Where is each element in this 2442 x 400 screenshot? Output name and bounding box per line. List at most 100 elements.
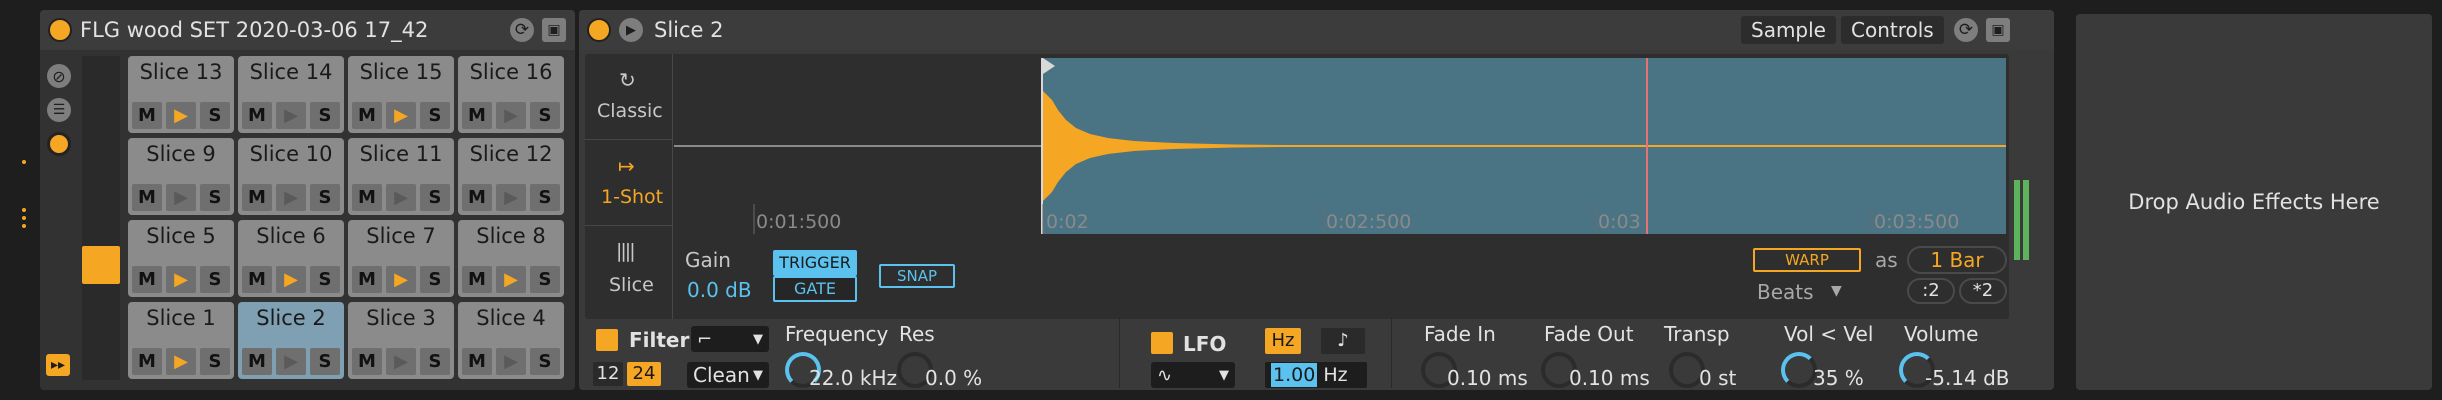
pad-mute-button[interactable]: M [242, 184, 272, 211]
drum-pad[interactable]: Slice 7 M ▶ S [348, 220, 454, 297]
drum-pad[interactable]: Slice 14 M ▶ S [238, 56, 344, 133]
simpler-power-button[interactable] [587, 18, 611, 42]
pad-play-icon[interactable]: ▶ [276, 102, 306, 129]
chain-list-icon[interactable]: ☰ [47, 98, 71, 122]
hot-swap-icon[interactable]: ⟳ [510, 18, 534, 42]
drum-pad[interactable]: Slice 4 M ▶ S [458, 302, 564, 379]
slope-12-button[interactable]: 12 [593, 362, 623, 386]
drum-pad[interactable]: Slice 8 M ▶ S [458, 220, 564, 297]
drum-pad[interactable]: Slice 10 M ▶ S [238, 138, 344, 215]
drum-pad[interactable]: Slice 2 M ▶ S [238, 302, 344, 379]
pad-play-icon[interactable]: ▶ [496, 184, 526, 211]
lfo-waveform-dropdown[interactable]: ∿ ▼ [1151, 362, 1235, 388]
pad-solo-button[interactable]: S [420, 266, 450, 293]
mode-one-shot[interactable]: ↦ 1-Shot [585, 140, 673, 226]
drum-pad[interactable]: Slice 12 M ▶ S [458, 138, 564, 215]
pad-play-icon[interactable]: ▶ [496, 102, 526, 129]
drum-pad[interactable]: Slice 16 M ▶ S [458, 56, 564, 133]
pad-mute-button[interactable]: M [352, 102, 382, 129]
pad-solo-button[interactable]: S [420, 102, 450, 129]
pad-play-icon[interactable]: ▶ [496, 348, 526, 375]
drum-pad[interactable]: Slice 9 M ▶ S [128, 138, 234, 215]
mode-slice[interactable]: |||| Slice [585, 226, 673, 319]
pad-mute-button[interactable]: M [352, 184, 382, 211]
pad-solo-button[interactable]: S [420, 348, 450, 375]
drum-pad[interactable]: Slice 1 M ▶ S [128, 302, 234, 379]
warp-mode-label[interactable]: Beats [1757, 282, 1814, 302]
pad-solo-button[interactable]: S [310, 348, 340, 375]
pad-play-icon[interactable]: ▶ [276, 184, 306, 211]
pad-mute-button[interactable]: M [352, 266, 382, 293]
pad-play-icon[interactable]: ▶ [386, 184, 416, 211]
waveform-display[interactable]: 0:01:500 0:02 0:02:500 0:03 0:03:500 [674, 54, 2009, 242]
pad-mute-button[interactable]: M [462, 184, 492, 211]
effects-drop-zone[interactable]: Drop Audio Effects Here [2076, 14, 2432, 390]
drum-pad[interactable]: Slice 6 M ▶ S [238, 220, 344, 297]
pad-play-icon[interactable]: ▶ [496, 266, 526, 293]
warp-mode-chevron-icon[interactable]: ▼ [1831, 284, 1842, 298]
pad-play-icon[interactable]: ▶ [166, 102, 196, 129]
filter-circuit-dropdown[interactable]: Clean ▼ [687, 362, 769, 388]
tab-controls[interactable]: Controls [1841, 16, 1944, 44]
pad-mute-button[interactable]: M [132, 184, 162, 211]
pad-overview-grid[interactable] [82, 56, 120, 380]
pad-mute-button[interactable]: M [462, 348, 492, 375]
drum-pad[interactable]: Slice 11 M ▶ S [348, 138, 454, 215]
lfo-rate-field[interactable]: 1.00 Hz [1265, 362, 1367, 388]
pad-solo-button[interactable]: S [200, 184, 230, 211]
pad-play-icon[interactable]: ▶ [276, 348, 306, 375]
pad-play-icon[interactable]: ▶ [386, 348, 416, 375]
chain-view-icon[interactable]: ⊘ [47, 64, 71, 88]
pad-mute-button[interactable]: M [242, 266, 272, 293]
lfo-hz-button[interactable]: Hz [1265, 328, 1301, 354]
drum-pad[interactable]: Slice 13 M ▶ S [128, 56, 234, 133]
halve-length-button[interactable]: :2 [1907, 278, 1955, 304]
macro-toggle-icon[interactable] [47, 132, 71, 156]
pad-solo-button[interactable]: S [420, 184, 450, 211]
pad-solo-button[interactable]: S [200, 348, 230, 375]
pad-mute-button[interactable]: M [352, 348, 382, 375]
pad-solo-button[interactable]: S [530, 266, 560, 293]
warp-button[interactable]: WARP [1753, 248, 1861, 272]
pad-play-icon[interactable]: ▶ [276, 266, 306, 293]
lfo-sync-note-button[interactable]: ♪ [1321, 328, 1365, 354]
tab-sample[interactable]: Sample [1741, 16, 1836, 44]
pad-play-icon[interactable]: ▶ [386, 266, 416, 293]
preview-play-icon[interactable]: ▶ [619, 18, 643, 42]
pad-mute-button[interactable]: M [462, 102, 492, 129]
pad-solo-button[interactable]: S [530, 184, 560, 211]
pad-solo-button[interactable]: S [310, 102, 340, 129]
pad-play-icon[interactable]: ▶ [166, 348, 196, 375]
slope-24-button[interactable]: 24 [627, 362, 661, 386]
pad-play-icon[interactable]: ▶ [166, 184, 196, 211]
pad-play-icon[interactable]: ▶ [386, 102, 416, 129]
drum-pad[interactable]: Slice 5 M ▶ S [128, 220, 234, 297]
double-length-button[interactable]: *2 [1959, 278, 2007, 304]
lfo-toggle[interactable] [1151, 332, 1173, 354]
filter-toggle[interactable] [596, 329, 618, 351]
pad-play-icon[interactable]: ▶ [166, 266, 196, 293]
trigger-button[interactable]: TRIGGER [773, 250, 857, 276]
save-preset-icon[interactable]: ▣ [542, 18, 566, 42]
simpler-save-icon[interactable]: ▣ [1986, 18, 2010, 42]
pad-mute-button[interactable]: M [462, 266, 492, 293]
filter-type-dropdown[interactable]: ⌐ ▼ [691, 326, 769, 352]
pad-mute-button[interactable]: M [132, 348, 162, 375]
mode-classic[interactable]: ↻ Classic [585, 54, 673, 140]
pad-mute-button[interactable]: M [242, 102, 272, 129]
io-toggle-icon[interactable]: ▸▸ [46, 354, 70, 376]
pad-solo-button[interactable]: S [530, 102, 560, 129]
gate-button[interactable]: GATE [773, 276, 857, 302]
pad-solo-button[interactable]: S [200, 102, 230, 129]
pad-solo-button[interactable]: S [200, 266, 230, 293]
gain-value[interactable]: 0.0 dB [687, 280, 752, 300]
pad-mute-button[interactable]: M [242, 348, 272, 375]
pad-solo-button[interactable]: S [530, 348, 560, 375]
vol-vel-knob[interactable] [1781, 352, 1817, 388]
simpler-hot-swap-icon[interactable]: ⟳ [1954, 18, 1978, 42]
drum-pad[interactable]: Slice 15 M ▶ S [348, 56, 454, 133]
drum-pad[interactable]: Slice 3 M ▶ S [348, 302, 454, 379]
warp-length-field[interactable]: 1 Bar [1907, 246, 2007, 274]
pad-mute-button[interactable]: M [132, 102, 162, 129]
drum-rack-power-button[interactable] [48, 18, 72, 42]
